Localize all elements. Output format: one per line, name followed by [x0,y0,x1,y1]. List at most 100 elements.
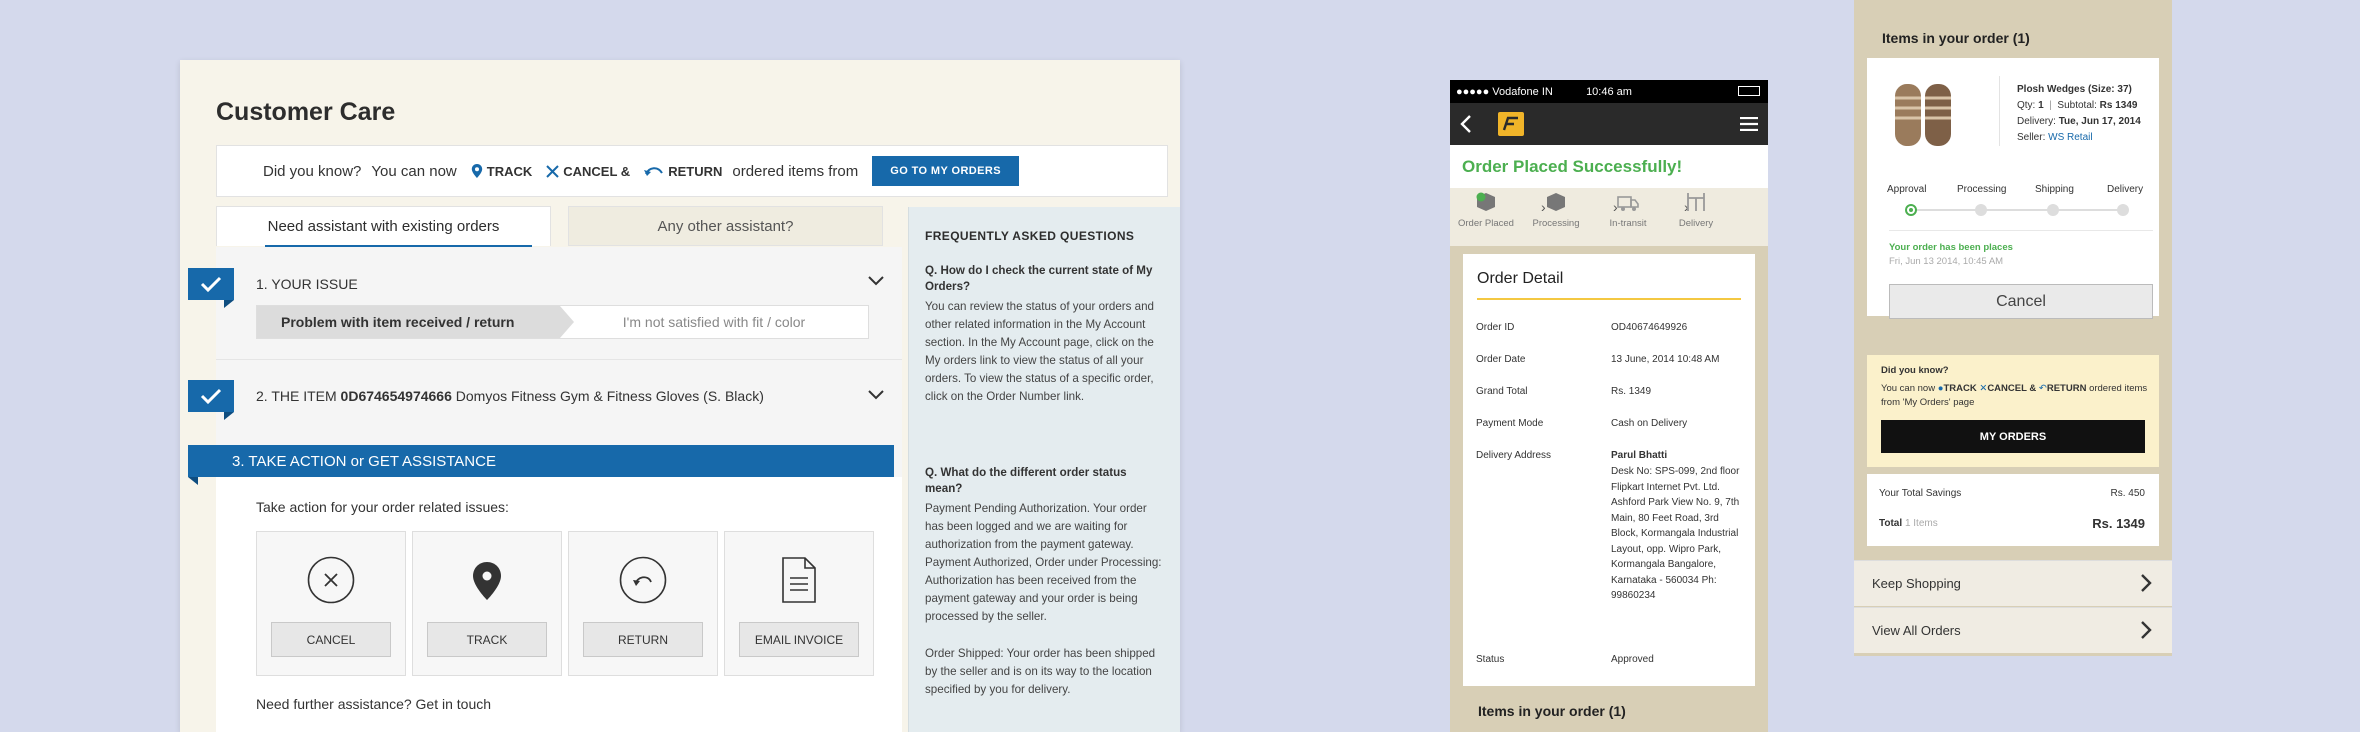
check-icon [200,388,222,405]
timeline-dot [2117,204,2129,216]
take-action-prompt: Take action for your order related issue… [256,499,509,515]
further-assistance-text: Need further assistance? Get in touch [256,696,492,712]
check-icon [200,276,222,293]
brand-logo-icon[interactable] [1496,110,1526,138]
product-seller: Seller: WS Retail [2017,132,2093,143]
total-label: Total 1 Items [1879,518,1938,529]
product-delivery: Delivery: Tue, Jun 17, 2014 [2017,116,2141,127]
faq-question: Q. What do the different order status me… [925,466,1127,495]
keep-shopping-label: Keep Shopping [1872,576,1961,591]
did-you-know-box: Did you know? You can now ●TRACK ✕CANCEL… [1867,355,2159,467]
faq-heading: FREQUENTLY ASKED QUESTIONS [925,229,1135,243]
grand-total-value: Rs. 1349 [1611,386,1652,397]
address-name: Parul Bhatti [1611,450,1668,461]
return-arrow-icon: ↶ [2038,383,2047,394]
chevron-down-icon[interactable] [868,276,884,286]
order-status-message: Your order has been places [1889,242,2013,253]
issue-selector[interactable]: Problem with item received / return I'm … [256,305,869,339]
payment-mode-value: Cash on Delivery [1611,418,1688,429]
divider [1889,230,2153,231]
savings-value: Rs. 450 [2110,488,2145,499]
customer-care-panel: Customer Care Did you know? You can now … [180,60,1180,732]
seller-link[interactable]: WS Retail [2048,132,2092,143]
did-you-know-label: Did you know? [263,162,362,180]
step-complete-check [188,380,234,420]
timeline-shipping: Shipping [2035,184,2074,195]
box-check-icon [1476,192,1495,211]
step-take-action-header[interactable]: 3. TAKE ACTION or GET ASSISTANCE [188,445,894,485]
keep-shopping-link[interactable]: Keep Shopping [1854,560,2172,606]
status-bar: ●●●●● Vodafone IN 10:46 am [1450,80,1768,103]
faq-answer: Order Shipped: Your order has been shipp… [925,647,1156,696]
faq-answer: You can review the status of your orders… [925,300,1155,403]
return-hint-label: RETURN [668,163,723,179]
faq-answer: Payment Pending Authorization. Your orde… [925,502,1162,623]
step-the-item-label: 2. THE ITEM 0D674654974666 Domyos Fitnes… [256,388,764,404]
grand-total-label: Grand Total [1476,386,1528,397]
timeline-dot [1975,204,1987,216]
did-you-know-text: You can now ●TRACK ✕CANCEL & ↶RETURN ord… [1881,382,2151,410]
truck-icon [1617,196,1639,211]
order-item-card: Plosh Wedges (Size: 37) Qty: 1 | Subtota… [1867,58,2159,319]
go-to-my-orders-button[interactable]: GO TO MY ORDERS [872,156,1019,186]
you-can-now-label: You can now [371,162,457,180]
cancel-order-button[interactable]: Cancel [1889,284,2153,319]
page-title: Customer Care [216,98,396,126]
tab-existing-orders[interactable]: Need assistant with existing orders [216,206,551,247]
divider [1999,76,2000,146]
item-id: 0D674654974666 [340,388,452,404]
order-id-label: Order ID [1476,322,1515,333]
battery-icon [1738,86,1760,96]
issue-sub-option[interactable]: I'm not satisfied with fit / color [560,306,868,338]
selected-issue[interactable]: Problem with item received / return [257,306,574,338]
cancel-button[interactable]: CANCEL [271,622,391,657]
timeline-delivery: Delivery [2107,184,2144,195]
step-complete-check [188,268,234,308]
order-detail-card: Order Detail Order ID OD40674649926 Orde… [1463,254,1755,686]
nav-bar [1450,103,1768,145]
step-the-item[interactable]: 2. THE ITEM 0D674654974666 Domyos Fitnes… [188,361,902,429]
step-order-placed: Order Placed [1454,190,1518,229]
sandal-product-image[interactable] [1887,78,1961,152]
action-email-invoice-card[interactable]: EMAIL INVOICE [724,531,874,676]
delivery-address-label: Delivery Address [1476,450,1552,461]
back-arrow-icon[interactable] [1460,115,1472,133]
did-you-know-heading: Did you know? [1881,365,1949,376]
return-circle-icon [619,556,667,604]
menu-icon[interactable] [1740,117,1758,131]
my-orders-button[interactable]: MY ORDERS [1881,420,2145,453]
faq-panel: FREQUENTLY ASKED QUESTIONS Q. How do I c… [908,207,1180,732]
order-items-screen: Items in your order (1) Plosh Wedges (Si… [1854,0,2172,656]
order-detail-title: Order Detail [1477,270,1742,300]
order-placed-screen: ●●●●● Vodafone IN 10:46 am Order Placed … [1450,80,1768,732]
timeline-approval: Approval [1887,184,1927,195]
return-hint: RETURN [644,164,722,179]
track-button[interactable]: TRACK [427,622,547,657]
total-items: 1 Items [1904,518,1938,529]
track-hint-label: TRACK [1943,383,1977,394]
item-name: Domyos Fitness Gym & Fitness Gloves (S. … [455,388,764,404]
view-all-orders-label: View All Orders [1872,623,1961,638]
track-hint: TRACK [471,164,532,179]
view-all-orders-link[interactable]: View All Orders [1854,607,2172,653]
document-icon [782,557,816,603]
step-your-issue[interactable]: 1. YOUR ISSUE Problem with item received… [188,247,902,360]
chevron-right-icon [2141,621,2152,639]
action-cancel-card[interactable]: CANCEL [256,531,406,676]
return-arrow-icon [644,167,664,176]
action-track-card[interactable]: TRACK [412,531,562,676]
location-pin-icon [471,164,482,178]
action-return-card[interactable]: RETURN [568,531,718,676]
delivery-value: Tue, Jun 17, 2014 [2058,116,2141,127]
step-in-transit: In-transit [1596,190,1660,229]
location-pin-icon [473,562,501,600]
tab-other-assistance[interactable]: Any other assistant? [568,206,883,246]
product-name[interactable]: Plosh Wedges (Size: 37) [2017,84,2132,95]
chevron-down-icon[interactable] [868,390,884,400]
order-date-label: Order Date [1476,354,1526,365]
delivery-label: Delivery: [2017,116,2056,127]
address-value: Desk No: SPS-099, 2nd floor Flipkart Int… [1611,466,1740,601]
chevron-right-icon [2141,574,2152,592]
return-button[interactable]: RETURN [583,622,703,657]
email-invoice-button[interactable]: EMAIL INVOICE [739,622,859,657]
